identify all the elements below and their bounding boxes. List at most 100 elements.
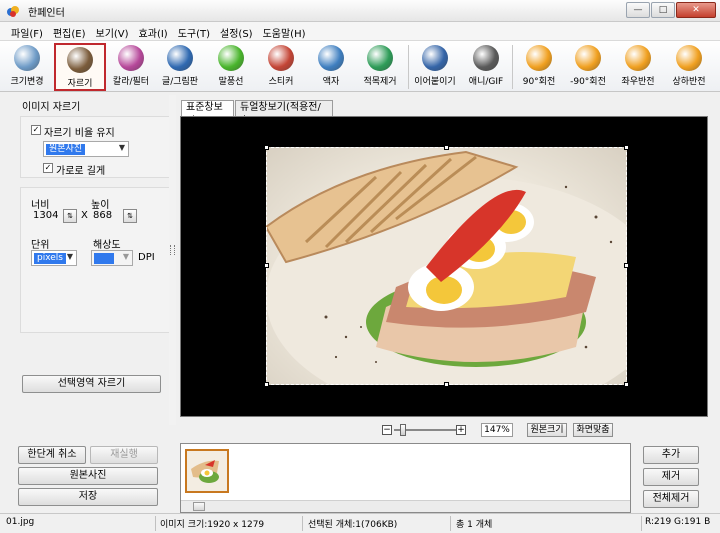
scrollbar-thumb[interactable] <box>193 502 205 511</box>
save-button[interactable]: 저장 <box>18 488 158 506</box>
window-title: 한페인터 <box>28 8 65 19</box>
crop-handle[interactable] <box>264 263 269 268</box>
menu-settings[interactable]: 설정(S) <box>215 22 258 40</box>
width-spinner[interactable]: ⇅ <box>63 209 77 223</box>
text-draw-icon <box>167 45 193 71</box>
height-input[interactable]: 868 <box>93 210 112 221</box>
tool-rotate-left-button[interactable]: -90°회전 <box>564 43 612 91</box>
crop-panel: 이미지 자르기 ✓ 자르기 비율 유지 원본사진 ▼ ✓ 가로로 길게 너비 높… <box>12 93 174 427</box>
flip-vertical-icon <box>676 45 702 71</box>
chevron-down-icon: ▼ <box>66 252 73 261</box>
width-label: 너비 <box>31 200 50 211</box>
tool-color-filter-button[interactable]: 칼라/필터 <box>108 43 154 91</box>
minimize-button[interactable]: — <box>626 2 650 18</box>
menu-file[interactable]: 파일(F) <box>6 22 48 40</box>
status-separator <box>641 516 642 531</box>
panel-splitter[interactable] <box>169 95 176 425</box>
original-photo-button[interactable]: 원본사진 <box>18 467 158 485</box>
landscape-checkbox[interactable]: ✓ <box>43 163 53 173</box>
height-label: 높이 <box>91 200 110 211</box>
unit-select[interactable]: pixels ▼ <box>31 250 77 266</box>
tool-sticker-button[interactable]: 스티커 <box>258 43 304 91</box>
remove-all-button[interactable]: 전체제거 <box>643 490 699 508</box>
menu-edit[interactable]: 편집(E) <box>48 22 91 40</box>
crop-handle[interactable] <box>624 382 629 387</box>
tool-label: 90°회전 <box>522 77 556 87</box>
image-viewport[interactable] <box>180 116 708 417</box>
tool-flip-horizontal-button[interactable]: 좌우반전 <box>614 43 662 91</box>
add-button[interactable]: 추가 <box>643 446 699 464</box>
crop-handle[interactable] <box>264 145 269 150</box>
resolution-label: 해상도 <box>93 240 121 251</box>
maximize-button[interactable]: □ <box>651 2 675 18</box>
crop-handle[interactable] <box>444 145 449 150</box>
crop-handle[interactable] <box>624 263 629 268</box>
thumbnail-scrollbar[interactable] <box>181 500 630 512</box>
keep-ratio-label: 자르기 비율 유지 <box>44 128 115 139</box>
chevron-down-icon: ▼ <box>122 252 129 261</box>
redo-button[interactable]: 재실행 <box>90 446 158 464</box>
width-input[interactable]: 1304 <box>33 210 58 221</box>
speech-bubble-icon <box>218 45 244 71</box>
menu-view[interactable]: 보기(V) <box>91 22 134 40</box>
fit-screen-button[interactable]: 화면맞춤 <box>573 423 613 437</box>
tool-label: 이어붙이기 <box>414 77 456 87</box>
splitter-grip-icon <box>170 245 175 255</box>
crop-panel-title: 이미지 자르기 <box>22 102 81 113</box>
tool-flip-vertical-button[interactable]: 상하반전 <box>664 43 714 91</box>
status-filename: 01.jpg <box>6 517 35 527</box>
undo-button[interactable]: 한단계 취소 <box>18 446 86 464</box>
tool-label: 자르기 <box>67 79 93 89</box>
original-size-button[interactable]: 원본크기 <box>527 423 567 437</box>
thumbnail-image <box>187 451 227 491</box>
tool-label: 스티커 <box>268 77 294 87</box>
resolution-select[interactable]: ▼ <box>91 250 133 266</box>
tool-crop-button[interactable]: 자르기 <box>54 43 106 91</box>
tool-resize-button[interactable]: 크기변경 <box>4 43 50 91</box>
tool-rotate-right-button[interactable]: 90°회전 <box>516 43 562 91</box>
resolution-select-value <box>94 253 114 264</box>
menu-help[interactable]: 도움말(H) <box>258 22 311 40</box>
crop-selection-button[interactable]: 선택영역 자르기 <box>22 375 161 393</box>
tab-dual-view[interactable]: 듀얼창보기(적용전/후) <box>235 100 333 127</box>
ratio-select[interactable]: 원본사진 ▼ <box>43 141 129 157</box>
tool-merge-button[interactable]: 이어붙이기 <box>410 43 460 91</box>
status-separator <box>302 516 303 531</box>
crop-handle[interactable] <box>624 145 629 150</box>
crop-handle[interactable] <box>264 382 269 387</box>
status-selected: 선택된 개체:1(706KB) <box>308 520 398 530</box>
height-spinner[interactable]: ⇅ <box>123 209 137 223</box>
frame-icon <box>318 45 344 71</box>
zoom-in-button[interactable]: + <box>456 425 466 435</box>
app-icon <box>7 6 19 17</box>
remove-button[interactable]: 제거 <box>643 468 699 486</box>
tool-label: 액자 <box>322 77 340 87</box>
zoom-slider-thumb[interactable] <box>400 424 407 436</box>
status-bar: 01.jpg 이미지 크기:1920 x 1279 선택된 개체:1(706KB… <box>0 513 720 533</box>
status-separator <box>155 516 156 531</box>
close-button[interactable]: ✕ <box>676 2 716 18</box>
thumbnail-strip <box>180 443 631 513</box>
zoom-bar: − + 147% 원본크기 화면맞춤 <box>380 423 620 439</box>
menu-effects[interactable]: 효과(I) <box>134 22 173 40</box>
keep-ratio-checkbox[interactable]: ✓ <box>31 125 41 135</box>
zoom-out-button[interactable]: − <box>382 425 392 435</box>
status-separator <box>450 516 451 531</box>
toolbar-separator <box>512 45 513 89</box>
tool-text-draw-button[interactable]: 글/그림판 <box>156 43 204 91</box>
tab-standard-view[interactable]: 표준창보기 <box>181 100 234 127</box>
tool-animation-gif-button[interactable]: 애니/GIF <box>462 43 510 91</box>
zoom-value: 147% <box>481 423 513 437</box>
tool-red-eye-button[interactable]: 적목제거 <box>356 43 404 91</box>
tool-label: -90°회전 <box>570 77 606 87</box>
thumbnail-item[interactable] <box>185 449 229 493</box>
tool-speech-bubble-button[interactable]: 말풍선 <box>208 43 254 91</box>
unit-label: 단위 <box>31 240 50 251</box>
crop-selection-frame[interactable] <box>266 147 627 385</box>
crop-handle[interactable] <box>444 382 449 387</box>
menu-tools[interactable]: 도구(T) <box>173 22 215 40</box>
rotate-right-icon <box>526 45 552 71</box>
dpi-label: DPI <box>138 252 155 263</box>
tool-frame-button[interactable]: 액자 <box>308 43 354 91</box>
title-bar: 한페인터 — □ ✕ <box>0 0 720 22</box>
